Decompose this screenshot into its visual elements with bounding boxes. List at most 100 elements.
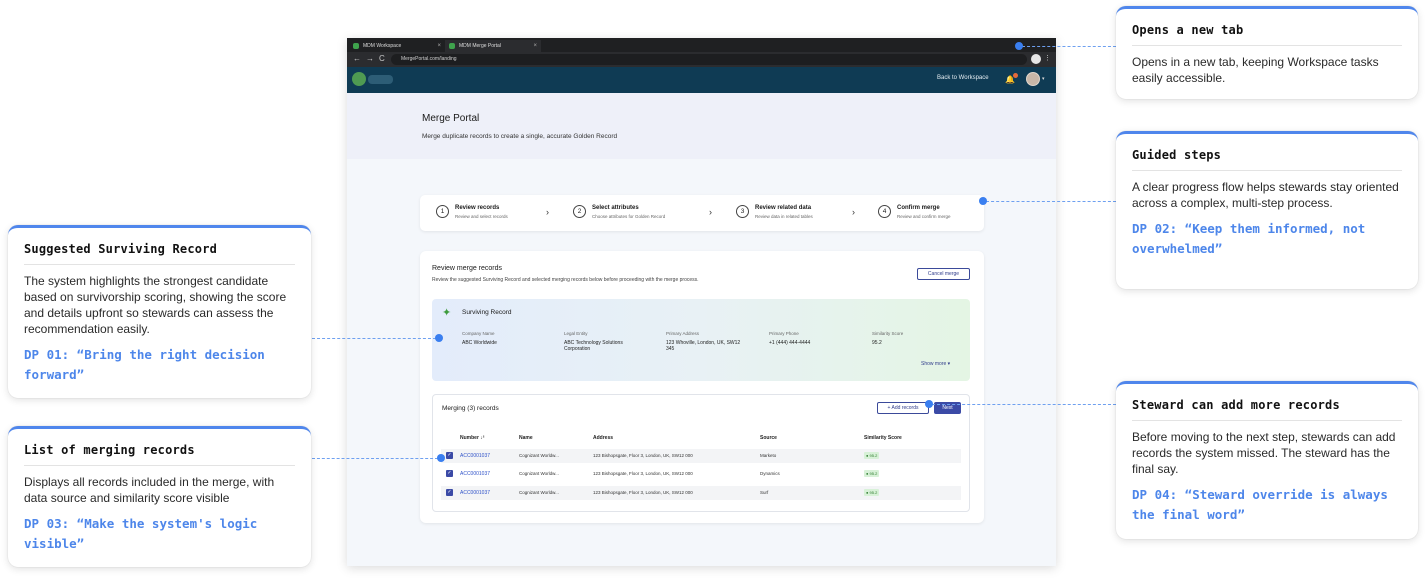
field-company-name: Company Name ABC Worldwide <box>462 331 552 346</box>
connector-merging-list <box>312 458 438 459</box>
page-subtitle: Merge duplicate records to create a sing… <box>422 133 618 140</box>
annotation-body: Before moving to the next step, stewards… <box>1132 430 1396 476</box>
record-source: Marketo <box>760 453 777 458</box>
table-row[interactable]: ✓ ACC0001037 Cognizant Worldw... 123 Bis… <box>441 449 961 463</box>
page-title: Merge Portal <box>422 113 480 124</box>
back-to-workspace-link[interactable]: Back to Workspace <box>937 75 989 81</box>
field-value: ABC Worldwide <box>462 340 497 346</box>
column-header-name[interactable]: Name <box>519 435 533 441</box>
add-records-button[interactable]: + Add records <box>877 402 929 414</box>
annotation-title: List of merging records <box>24 443 295 466</box>
field-label: Company Name <box>462 331 495 336</box>
record-address: 123 Bishopsgate, Floor 3, London, UK, SW… <box>593 490 693 495</box>
row-checkbox[interactable]: ✓ <box>446 452 453 459</box>
browser-window: MDM Workspace × MDM Merge Portal × ← → C… <box>347 38 1056 566</box>
step-title: Review records <box>455 205 500 211</box>
annotation-body: Opens in a new tab, keeping Workspace ta… <box>1132 55 1379 85</box>
back-arrow-icon[interactable]: ← <box>353 54 361 63</box>
tab-label: MDM Merge Portal <box>459 43 501 49</box>
step-number: 2 <box>573 205 586 218</box>
notification-bell-icon[interactable]: 🔔 <box>1005 73 1018 85</box>
column-header-similarity[interactable]: Similarity Score <box>864 435 902 441</box>
annotation-title: Guided steps <box>1132 148 1402 171</box>
step-number: 1 <box>436 205 449 218</box>
annotation-design-principle: DP 01: “Bring the right decision forward… <box>24 347 265 382</box>
record-address: 123 Bishopsgate, Floor 3, London, UK, SW… <box>593 471 693 476</box>
step-subtitle: Review and confirm merge <box>897 214 951 219</box>
field-value: +1 (444) 444-4444 <box>769 340 811 346</box>
field-legal-entity: Legal Entity ABC Technology Solutions Co… <box>564 331 642 352</box>
merging-records-panel: Merging (3) records + Add records Next N… <box>432 394 970 512</box>
progress-stepper: 1 Review records Review and select recor… <box>420 195 984 231</box>
user-avatar[interactable] <box>1026 72 1040 86</box>
annotation-design-principle: DP 02: “Keep them informed, not overwhel… <box>1132 221 1366 256</box>
step-number: 4 <box>878 205 891 218</box>
workspace-favicon-icon <box>353 43 359 49</box>
row-checkbox[interactable]: ✓ <box>446 470 453 477</box>
cancel-merge-button[interactable]: Cancel merge <box>917 268 970 280</box>
step-subtitle: Review and select records <box>455 214 508 219</box>
step-number: 3 <box>736 205 749 218</box>
record-number-link[interactable]: ACC0001037 <box>460 453 490 459</box>
field-value: 123 Whoville, London, UK, SW12 345 <box>666 340 741 352</box>
tab-mdm-workspace[interactable]: MDM Workspace × <box>349 40 445 52</box>
chevron-down-icon[interactable]: ▾ <box>1042 76 1045 82</box>
field-value: 95.2 <box>872 340 882 346</box>
row-checkbox[interactable]: ✓ <box>446 489 453 496</box>
review-subtitle: Review the suggested Surviving Record an… <box>432 277 699 283</box>
show-more-link[interactable]: Show more ▾ <box>921 361 950 367</box>
app-header: Back to Workspace 🔔 ▾ <box>347 67 1056 93</box>
forward-arrow-icon[interactable]: → <box>366 54 374 63</box>
browser-menu-icon[interactable]: ⋮ <box>1044 54 1051 62</box>
chevron-right-icon: › <box>546 207 549 217</box>
connector-new-tab <box>1022 46 1116 47</box>
step-subtitle: Choose attributes for Golden Record <box>592 214 666 219</box>
annotation-title: Steward can add more records <box>1132 398 1402 421</box>
url-field[interactable]: MergePortal.com/landing <box>391 54 1027 65</box>
table-row[interactable]: ✓ ACC0001037 Cognizant Worldw... 123 Bis… <box>441 467 961 481</box>
annotation-title: Opens a new tab <box>1132 23 1402 46</box>
field-label: Legal Entity <box>564 331 588 336</box>
annotation-guided-steps: Guided steps A clear progress flow helps… <box>1116 131 1418 289</box>
record-source: Surf <box>760 490 769 495</box>
record-number-link[interactable]: ACC0001037 <box>460 471 490 477</box>
annotation-body: Displays all records included in the mer… <box>24 475 275 505</box>
marker-add-records <box>925 400 933 408</box>
column-header-address[interactable]: Address <box>593 435 613 441</box>
record-name: Cognizant Worldw... <box>519 471 559 476</box>
tab-close-icon[interactable]: × <box>437 40 441 52</box>
field-similarity-score: Similarity Score 95.2 <box>872 331 952 346</box>
field-primary-address: Primary Address 123 Whoville, London, UK… <box>666 331 742 352</box>
tab-close-icon[interactable]: × <box>533 40 537 52</box>
field-label: Primary Address <box>666 331 700 336</box>
notification-badge <box>1013 73 1018 78</box>
record-number-link[interactable]: ACC0001037 <box>460 490 490 496</box>
tab-merge-portal[interactable]: MDM Merge Portal × <box>445 40 541 52</box>
surviving-record-title: Surviving Record <box>462 309 512 316</box>
column-header-number[interactable]: Number ↓² <box>460 435 484 441</box>
connector-guided-steps <box>986 201 1116 202</box>
app-logo-text <box>368 75 393 84</box>
field-label: Primary Phone <box>769 331 799 336</box>
app-logo-icon[interactable] <box>352 72 366 86</box>
portal-favicon-icon <box>449 43 455 49</box>
record-address: 123 Bishopsgate, Floor 3, London, UK, SW… <box>593 453 693 458</box>
marker-new-tab <box>1015 42 1023 50</box>
table-row[interactable]: ✓ ACC0001037 Cognizant Worldw... 123 Bis… <box>441 486 961 500</box>
annotation-merging-list: List of merging records Displays all rec… <box>8 426 311 567</box>
column-header-source[interactable]: Source <box>760 435 777 441</box>
record-source: Dynamics <box>760 471 780 476</box>
reload-icon[interactable]: C <box>379 54 385 63</box>
annotation-design-principle: DP 03: “Make the system's logic visible” <box>24 516 258 551</box>
field-value: ABC Technology Solutions Corporation <box>564 340 623 352</box>
similarity-score-badge: ● 95.2 <box>864 452 880 459</box>
browser-profile-icon[interactable] <box>1031 54 1041 64</box>
step-title: Select attributes <box>592 205 639 211</box>
tab-bar: MDM Workspace × MDM Merge Portal × <box>347 38 1056 52</box>
annotation-design-principle: DP 04: “Steward override is always the f… <box>1132 487 1388 522</box>
page-header: Merge Portal Merge duplicate records to … <box>347 93 1056 159</box>
field-primary-phone: Primary Phone +1 (444) 444-4444 <box>769 331 859 346</box>
chevron-right-icon: › <box>852 207 855 217</box>
similarity-score-badge: ● 95.2 <box>864 489 880 496</box>
similarity-score-badge: ● 95.2 <box>864 470 880 477</box>
